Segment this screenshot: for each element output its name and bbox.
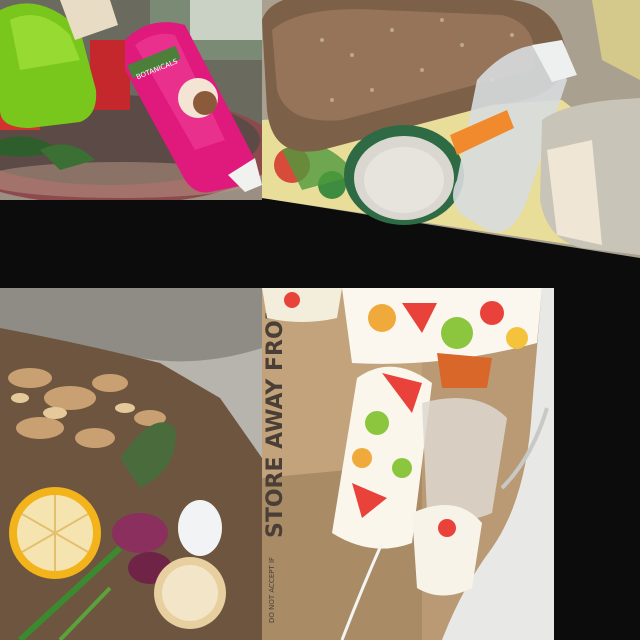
- lemon-slice: [9, 487, 101, 579]
- box-print-text: STORE AWAY FROM: [263, 298, 288, 538]
- toiletry-bottles-photo: BOTANICALS: [0, 0, 262, 200]
- can-lid: [344, 125, 464, 225]
- box-small-print-text: DO NOT ACCEPT IF: [268, 557, 276, 623]
- egg: [178, 500, 222, 556]
- food-scraps-photo: [0, 288, 262, 640]
- bread-and-can-photo: [262, 0, 640, 265]
- photo-collage: BOTANICALS STORE AWAY FROM DO NOT ACCEPT…: [0, 0, 640, 640]
- paper-cup: [412, 505, 482, 596]
- paper-cups-box-photo: STORE AWAY FROM DO NOT ACCEPT IF: [262, 288, 554, 640]
- lemon-slice: [154, 557, 226, 629]
